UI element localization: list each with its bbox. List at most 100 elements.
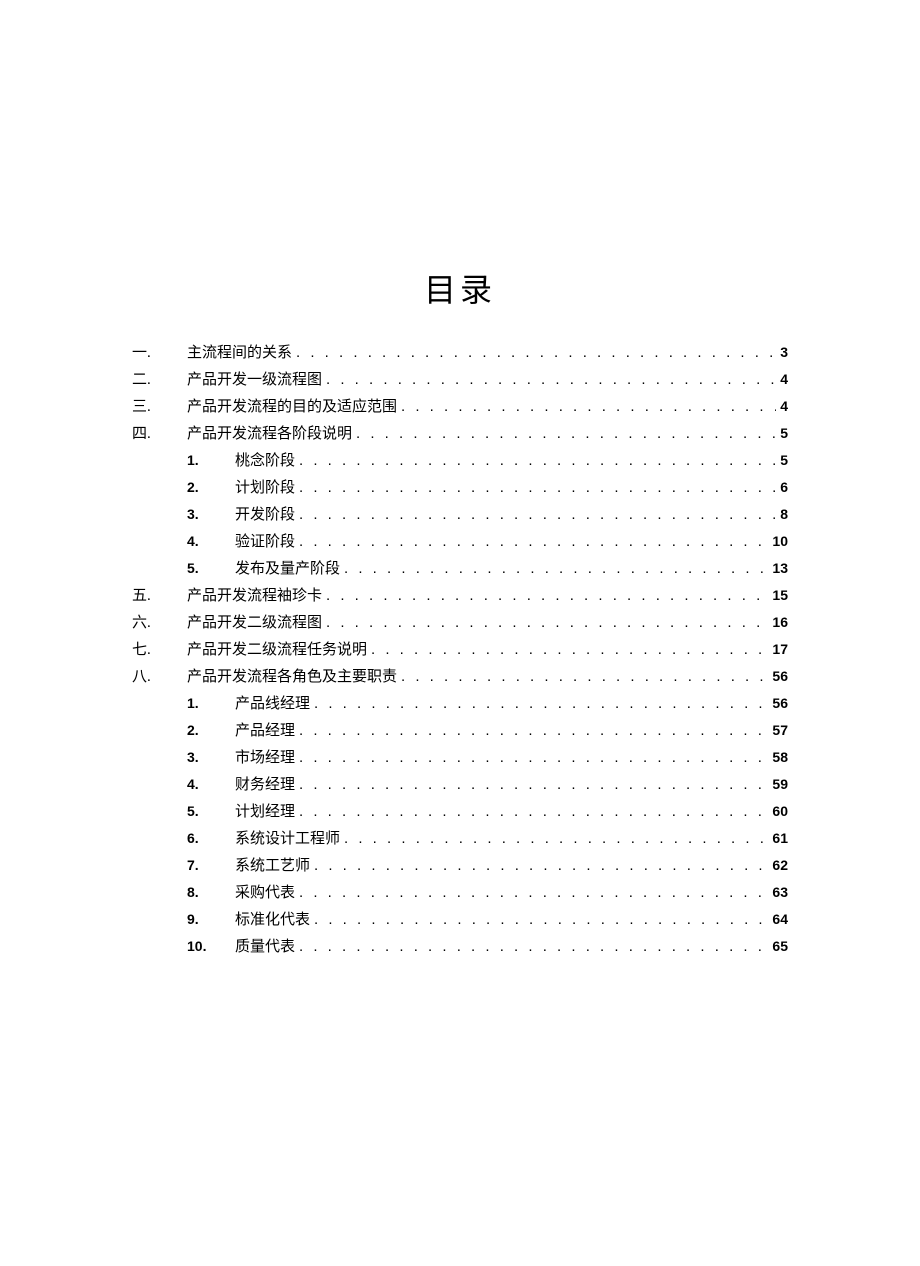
leader-dots xyxy=(295,880,768,906)
entry-page: 5 xyxy=(776,447,788,473)
toc-entry: 10.质量代表65 xyxy=(132,933,788,960)
leader-dots xyxy=(292,340,776,366)
toc-container: 一.主流程间的关系3二.产品开发一级流程图 4三.产品开发流程的目的及适应范围4四… xyxy=(132,339,788,960)
leader-dots xyxy=(340,826,768,852)
entry-marker: 3. xyxy=(187,501,235,527)
entry-marker: 6. xyxy=(187,825,235,851)
entry-page: 6 xyxy=(776,474,788,500)
entry-marker: 7. xyxy=(187,852,235,878)
leader-dots xyxy=(310,691,768,717)
toc-entry: 6.系统设计工程师 61 xyxy=(132,825,788,852)
leader-dots xyxy=(322,367,776,393)
entry-title: 质量代表 xyxy=(235,934,295,960)
toc-entry: 7.系统工艺师62 xyxy=(132,852,788,879)
entry-title: 系统设计工程师 xyxy=(235,826,340,852)
entry-title: 产品开发流程袖珍卡 xyxy=(187,583,322,609)
entry-title: 产品开发二级流程任务说明 xyxy=(187,637,367,663)
entry-title: 产品线经理 xyxy=(235,691,310,717)
toc-entry: 5.发布及量产阶段13 xyxy=(132,555,788,582)
entry-page: 63 xyxy=(768,879,788,905)
entry-title: 产品开发流程各角色及主要职责 xyxy=(187,664,397,690)
page-title: 目录 xyxy=(132,265,788,311)
entry-marker: 5. xyxy=(187,798,235,824)
entry-page: 5 xyxy=(776,420,788,446)
entry-title: 主流程间的关系 xyxy=(187,340,292,366)
leader-dots xyxy=(340,556,768,582)
leader-dots xyxy=(322,583,768,609)
leader-dots xyxy=(367,637,768,663)
toc-entry: 3.开发阶段 8 xyxy=(132,501,788,528)
entry-marker: 1. xyxy=(187,447,235,473)
leader-dots xyxy=(322,610,768,636)
entry-marker: 9. xyxy=(187,906,235,932)
entry-title: 开发阶段 xyxy=(235,502,295,528)
entry-page: 59 xyxy=(768,771,788,797)
entry-page: 58 xyxy=(768,744,788,770)
entry-title: 系统工艺师 xyxy=(235,853,310,879)
entry-title: 产品开发流程的目的及适应范围 xyxy=(187,394,397,420)
toc-entry: 1.产品线经理56 xyxy=(132,690,788,717)
entry-title: 产品开发一级流程图 xyxy=(187,367,322,393)
toc-entry: 4.财务经理 59 xyxy=(132,771,788,798)
toc-entry: 七.产品开发二级流程任务说明 17 xyxy=(132,636,788,663)
leader-dots xyxy=(295,799,768,825)
entry-title: 计划阶段 xyxy=(235,475,295,501)
entry-page: 10 xyxy=(768,528,788,554)
entry-page: 56 xyxy=(768,663,788,689)
leader-dots xyxy=(397,664,768,690)
entry-title: 标准化代表 xyxy=(235,907,310,933)
leader-dots xyxy=(295,448,776,474)
toc-entry: 8.采购代表 63 xyxy=(132,879,788,906)
toc-entry: 2.计划阶段 6 xyxy=(132,474,788,501)
entry-title: 计划经理 xyxy=(235,799,295,825)
toc-entry: 四.产品开发流程各阶段说明5 xyxy=(132,420,788,447)
entry-marker: 8. xyxy=(187,879,235,905)
entry-title: 产品经理 xyxy=(235,718,295,744)
entry-marker: 八. xyxy=(132,664,187,690)
toc-entry: 5.计划经理60 xyxy=(132,798,788,825)
entry-marker: 4. xyxy=(187,528,235,554)
entry-page: 61 xyxy=(768,825,788,851)
toc-entry: 八.产品开发流程各角色及主要职责 56 xyxy=(132,663,788,690)
leader-dots xyxy=(295,745,768,771)
entry-page: 17 xyxy=(768,636,788,662)
toc-entry: 一.主流程间的关系3 xyxy=(132,339,788,366)
entry-title: 桃念阶段 xyxy=(235,448,295,474)
entry-title: 财务经理 xyxy=(235,772,295,798)
entry-marker: 六. xyxy=(132,610,187,636)
entry-marker: 4. xyxy=(187,771,235,797)
entry-page: 8 xyxy=(776,501,788,527)
toc-entry: 2.产品经理 57 xyxy=(132,717,788,744)
entry-page: 57 xyxy=(768,717,788,743)
entry-page: 65 xyxy=(768,933,788,959)
entry-marker: 二. xyxy=(132,367,187,393)
entry-marker: 1. xyxy=(187,690,235,716)
entry-title: 验证阶段 xyxy=(235,529,295,555)
toc-entry: 三.产品开发流程的目的及适应范围4 xyxy=(132,393,788,420)
entry-page: 13 xyxy=(768,555,788,581)
entry-page: 16 xyxy=(768,609,788,635)
toc-entry: 3.市场经理 58 xyxy=(132,744,788,771)
leader-dots xyxy=(310,907,768,933)
entry-page: 4 xyxy=(776,366,788,392)
toc-entry: 1.桃念阶段 5 xyxy=(132,447,788,474)
entry-title: 市场经理 xyxy=(235,745,295,771)
entry-marker: 三. xyxy=(132,394,187,420)
entry-marker: 3. xyxy=(187,744,235,770)
entry-marker: 2. xyxy=(187,717,235,743)
entry-marker: 七. xyxy=(132,637,187,663)
leader-dots xyxy=(397,394,776,420)
toc-entry: 五.产品开发流程袖珍卡15 xyxy=(132,582,788,609)
entry-title: 采购代表 xyxy=(235,880,295,906)
leader-dots xyxy=(295,502,776,528)
entry-title: 产品开发二级流程图 xyxy=(187,610,322,636)
toc-entry: 4.验证阶段 10 xyxy=(132,528,788,555)
entry-page: 64 xyxy=(768,906,788,932)
toc-entry: 9.标准化代表 64 xyxy=(132,906,788,933)
toc-entry: 六.产品开发二级流程图 16 xyxy=(132,609,788,636)
entry-marker: 2. xyxy=(187,474,235,500)
leader-dots xyxy=(295,475,776,501)
leader-dots xyxy=(310,853,768,879)
entry-marker: 四. xyxy=(132,421,187,447)
entry-title: 发布及量产阶段 xyxy=(235,556,340,582)
